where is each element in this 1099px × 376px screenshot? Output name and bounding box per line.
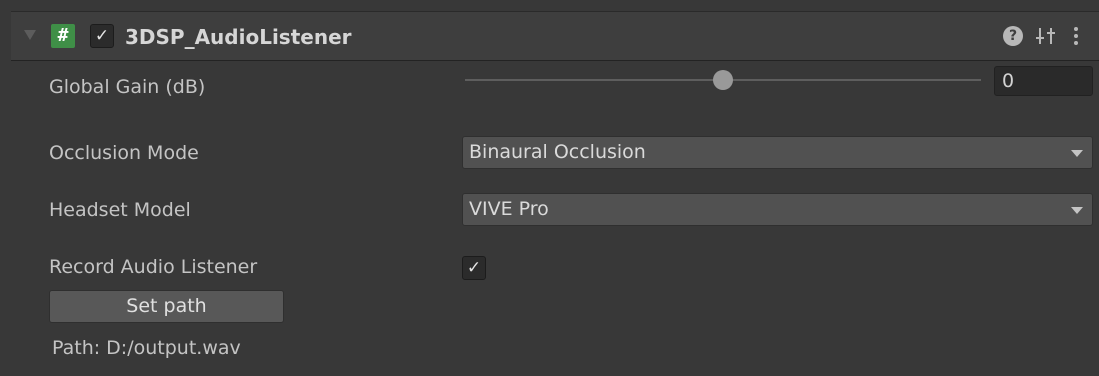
headset-model-selected: VIVE Pro xyxy=(469,198,549,220)
script-icon: # xyxy=(51,24,75,48)
occlusion-mode-selected: Binaural Occlusion xyxy=(469,141,646,163)
path-text: Path: D:/output.wav xyxy=(52,337,241,359)
global-gain-field[interactable]: 0 xyxy=(994,66,1093,96)
dropdown-arrow-icon xyxy=(1071,150,1083,157)
headset-model-label: Headset Model xyxy=(49,199,191,221)
global-gain-label: Global Gain (dB) xyxy=(49,76,206,98)
presets-icon[interactable] xyxy=(1035,24,1057,48)
component-inspector: # ✓ 3DSP_AudioListener ? Global Gain (dB… xyxy=(11,11,1099,376)
dropdown-arrow-icon xyxy=(1071,207,1083,214)
component-title: 3DSP_AudioListener xyxy=(125,25,352,49)
headset-model-dropdown[interactable]: VIVE Pro xyxy=(462,193,1093,226)
global-gain-slider-thumb[interactable] xyxy=(713,70,733,90)
foldout-triangle-icon[interactable] xyxy=(24,30,36,40)
occlusion-mode-label: Occlusion Mode xyxy=(49,142,199,164)
set-path-button[interactable]: Set path xyxy=(49,290,284,323)
component-header[interactable]: # ✓ 3DSP_AudioListener ? xyxy=(11,11,1099,61)
kebab-menu-icon[interactable] xyxy=(1071,24,1081,48)
component-enabled-checkbox[interactable]: ✓ xyxy=(90,24,114,48)
record-audio-listener-checkbox[interactable]: ✓ xyxy=(462,256,486,280)
record-audio-listener-label: Record Audio Listener xyxy=(49,256,258,278)
help-icon[interactable]: ? xyxy=(1003,26,1023,46)
occlusion-mode-dropdown[interactable]: Binaural Occlusion xyxy=(462,136,1093,169)
